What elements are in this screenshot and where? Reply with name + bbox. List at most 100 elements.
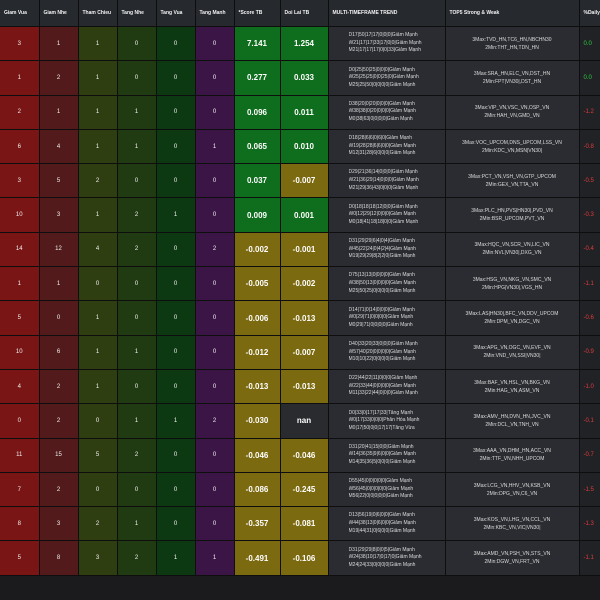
cell-tang-vua: 0: [156, 266, 196, 302]
cell-top5-strong-weak: 3Max:LCG_VN,HHV_VN,KSB_VN 2Min:DPG_VN,C6_…: [445, 472, 580, 508]
cell-tham-chieu: 1: [78, 129, 118, 165]
trend-line: M12|31|28|6|0|0|0|Giảm Mạnh: [348, 150, 416, 157]
sector-table-view: Giam Vua Giam Nhe Tham Chieu Tang Nhe Ta…: [0, 0, 600, 600]
trend-line: D29|21|36|14|0|0|0|Giảm Mạnh: [348, 169, 418, 176]
trend-line: D18|28|6|6|0|6|0|Giảm Mạnh: [348, 135, 413, 142]
header-tang-nhe[interactable]: Tang Nhe: [117, 0, 157, 27]
trend-line: M0|17|50|0|0|17|17|Tăng Vừa: [348, 424, 415, 431]
cell-doi-lai-tb: -0.106: [280, 540, 329, 576]
cell-score-tb: -0.012: [234, 335, 281, 370]
top-max-line: 3Max:AMV_HN,DVN_HN,JVC_VN: [473, 413, 551, 420]
trend-line: M0|18|41|18|18|0|0|Giảm Mạnh: [348, 218, 419, 225]
trend-line: W44|38|13|0|6|0|0|Giảm Mạnh: [348, 520, 416, 526]
header-top5-strong-weak[interactable]: TOP5 Strong & Weak: [445, 0, 580, 27]
table-row[interactable]: 3 5 2 0 0 0 0.037 -0.007 D29|21|36|14|0|0|0|Giảm…: [0, 163, 600, 199]
cell-tang-vua: 0: [156, 438, 196, 473]
cell-tang-vua: 0: [156, 506, 196, 542]
cell-giam-vua: 2: [0, 95, 40, 130]
cell-tang-nhe: 1: [117, 129, 157, 165]
header-doi-lai-tb[interactable]: Doi Lai TB: [280, 0, 329, 27]
cell-multi-timeframe-trend: D55|45|0|0|0|0|0|Giảm Mạnh W56|45|0|0|0|0…: [328, 472, 446, 508]
trend-line: W57|40|20|0|0|0|0|Giảm Mạnh: [348, 348, 416, 355]
cell-tang-vua: 0: [156, 335, 196, 370]
header-multi-timeframe-trend[interactable]: MULTI-TIMEFRAME TREND: [328, 0, 446, 27]
table-row[interactable]: 4 2 1 0 0 0 -0.013 -0.013 D22|44|22|11|0|0|0|Giả…: [0, 369, 600, 405]
trend-line: D14|71|0|14|0|0|0|Giảm Mạnh: [348, 306, 415, 313]
cell-tham-chieu: 1: [78, 60, 118, 96]
cell-top5-strong-weak: 3Max:VIP_VN,VSC_VN,OSP_VN 2Min:HAH_VN,GMD…: [445, 95, 580, 130]
table-row[interactable]: 14 12 4 2 0 2 -0.002 -0.001 D31|29|29|6|4|0|4|Gi…: [0, 232, 600, 268]
header-score-tb[interactable]: *Score TB: [234, 0, 281, 27]
cell-tham-chieu: 2: [78, 163, 118, 199]
trend-line: M10|10|22|0|0|0|0|Giảm Mạnh: [348, 356, 416, 363]
cell-score-tb: -0.002: [234, 232, 281, 268]
trend-line: M25|50|25|0|0|0|0|Giảm Mạnh: [348, 287, 416, 294]
top-max-line: 3Max:SRA_HN,ELC_VN,DST_HN: [473, 70, 551, 77]
trend-line: W0|17|33|0|0|0|Phân Hóa Mạnh: [348, 417, 420, 424]
cell-giam-vua: 10: [0, 335, 40, 370]
cell-multi-timeframe-trend: D17|50|17|17|0|0|0|Giảm Mạnh W21|17|17|33…: [328, 26, 446, 62]
trend-line: W0|29|71|0|0|0|0|Giảm Mạnh: [348, 314, 414, 321]
table-row[interactable]: 6 4 1 1 0 1 0.065 0.010 D18|28|6|6|0|6|0|Giảm Mạ…: [0, 129, 600, 165]
cell-daily-percent: -0.7: [579, 438, 600, 473]
cell-top5-strong-weak: 3Max:PLC_HN,PVS|HN30|,PVD_VN 2Min:BSR_UPC…: [445, 197, 580, 233]
header-daily-percent[interactable]: %Daily: [579, 0, 600, 27]
trend-line: M25|25|50|0|0|0|0|Giảm Mạnh: [348, 81, 416, 88]
table-row[interactable]: 5 0 1 0 0 0 -0.006 -0.013 D14|71|0|14|0|0|0|Giảm…: [0, 300, 600, 336]
top-max-line: 3Max:BAF_VN,HSL_VN,BKG_VN: [474, 379, 550, 386]
cell-tang-vua: 1: [156, 197, 196, 233]
cell-doi-lai-tb: -0.007: [280, 163, 329, 199]
top-min-line: 2Min:HPG|VN30|,VGS_HN: [481, 284, 543, 291]
table-body: 3 1 1 0 0 0 7.141 1.254 D17|50|17|17|0|0|0|Giảm …: [0, 26, 600, 576]
top-min-line: 2Min:GEX_VN,TTA_VN: [485, 181, 539, 188]
cell-tang-vua: 0: [156, 26, 196, 62]
cell-doi-lai-tb: -0.245: [280, 472, 329, 508]
header-giam-nhe[interactable]: Giam Nhe: [39, 0, 79, 27]
cell-score-tb: -0.357: [234, 506, 281, 542]
header-tang-vua[interactable]: Tang Vua: [156, 0, 196, 27]
cell-score-tb: -0.030: [234, 403, 281, 439]
table-row[interactable]: 1 1 0 0 0 0 -0.005 -0.002 D75|13|13|0|0|0|0|Giảm…: [0, 266, 600, 302]
cell-giam-nhe: 4: [39, 129, 79, 165]
trend-line: W56|45|0|0|0|0|0|Giảm Mạnh: [348, 485, 414, 492]
cell-tang-manh: 0: [195, 506, 235, 542]
cell-top5-strong-weak: 3Max:SRA_HN,ELC_VN,DST_HN 2Min:FPT|VN30|,…: [445, 60, 580, 96]
table-row[interactable]: 10 6 1 1 0 0 -0.012 -0.007 D40|33|20|33|0|0|0|Gi…: [0, 335, 600, 370]
cell-giam-vua: 5: [0, 540, 40, 576]
cell-tang-vua: 0: [156, 472, 196, 508]
cell-tang-vua: 0: [156, 60, 196, 96]
cell-tang-manh: 0: [195, 95, 235, 130]
cell-giam-vua: 11: [0, 438, 40, 473]
cell-multi-timeframe-trend: D75|13|13|0|0|0|0|Giảm Mạnh W38|50|13|0|0…: [328, 266, 446, 302]
table-row[interactable]: 2 1 1 1 0 0 0.096 0.011 D38|20|0|20|0|0|0|Giảm M…: [0, 95, 600, 130]
cell-tang-nhe: 0: [117, 472, 157, 508]
header-tang-manh[interactable]: Tang Manh: [195, 0, 235, 27]
cell-tang-manh: 1: [195, 540, 235, 576]
cell-daily-percent: -1.5: [579, 472, 600, 508]
trend-line: M56|22|0|0|0|0|0|Giảm Mạnh: [348, 493, 413, 500]
cell-top5-strong-weak: 3Max:KOS_VN,LHG_VN,CCL_VN 2Min:KBC_VN,VIC…: [445, 506, 580, 542]
cell-giam-nhe: 2: [39, 403, 79, 439]
header-tham-chieu[interactable]: Tham Chieu: [78, 0, 118, 27]
table-row[interactable]: 10 3 1 2 1 0 0.009 0.001 D0|18|18|18|12|0|0|Giảm…: [0, 197, 600, 233]
trend-line: W21|36|29|14|0|0|0|Giảm Mạnh: [348, 177, 419, 184]
table-row[interactable]: 3 1 1 0 0 0 7.141 1.254 D17|50|17|17|0|0|0|Giảm …: [0, 26, 600, 62]
header-giam-vua[interactable]: Giam Vua: [0, 0, 40, 27]
top-max-line: 3Max:APG_VN,OGC_VN,EVF_VN: [473, 345, 551, 352]
cell-daily-percent: -1.1: [579, 540, 600, 576]
table-row[interactable]: 1 2 1 0 0 0 0.277 0.033 D0|25|50|25|0|0|0|Giảm M…: [0, 60, 600, 96]
table-row[interactable]: 5 8 3 2 1 1 -0.491 -0.106 D31|29|29|8|0|0|5|Giảm…: [0, 540, 600, 576]
trend-line: W21|17|17|33|17|0|0|Giảm Mạnh: [348, 39, 422, 46]
table-row[interactable]: 11 15 5 2 0 0 -0.046 -0.046 D31|20|41|15|0|0|Giả…: [0, 438, 600, 473]
top-max-line: 3Max:AMD_VN,PSH_VN,STS_VN: [473, 551, 551, 558]
cell-tang-manh: 0: [195, 300, 235, 336]
trend-line: M19|44|31|0|6|0|0|Giảm Mạnh: [348, 527, 416, 534]
cell-doi-lai-tb: -0.013: [280, 300, 329, 336]
cell-giam-nhe: 2: [39, 60, 79, 96]
table-row[interactable]: 7 2 0 0 0 0 -0.086 -0.245 D55|45|0|0|0|0|0|Giảm …: [0, 472, 600, 508]
table-row[interactable]: 0 2 0 1 1 2 -0.030 nan D0|33|0|17|17|33|Tăng Mạn…: [0, 403, 600, 439]
cell-tang-vua: 0: [156, 232, 196, 268]
cell-tham-chieu: 1: [78, 369, 118, 405]
cell-giam-nhe: 3: [39, 506, 79, 542]
table-row[interactable]: 8 3 2 1 0 0 -0.357 -0.081 D13|56|19|0|6|0|0|Giảm…: [0, 506, 600, 542]
